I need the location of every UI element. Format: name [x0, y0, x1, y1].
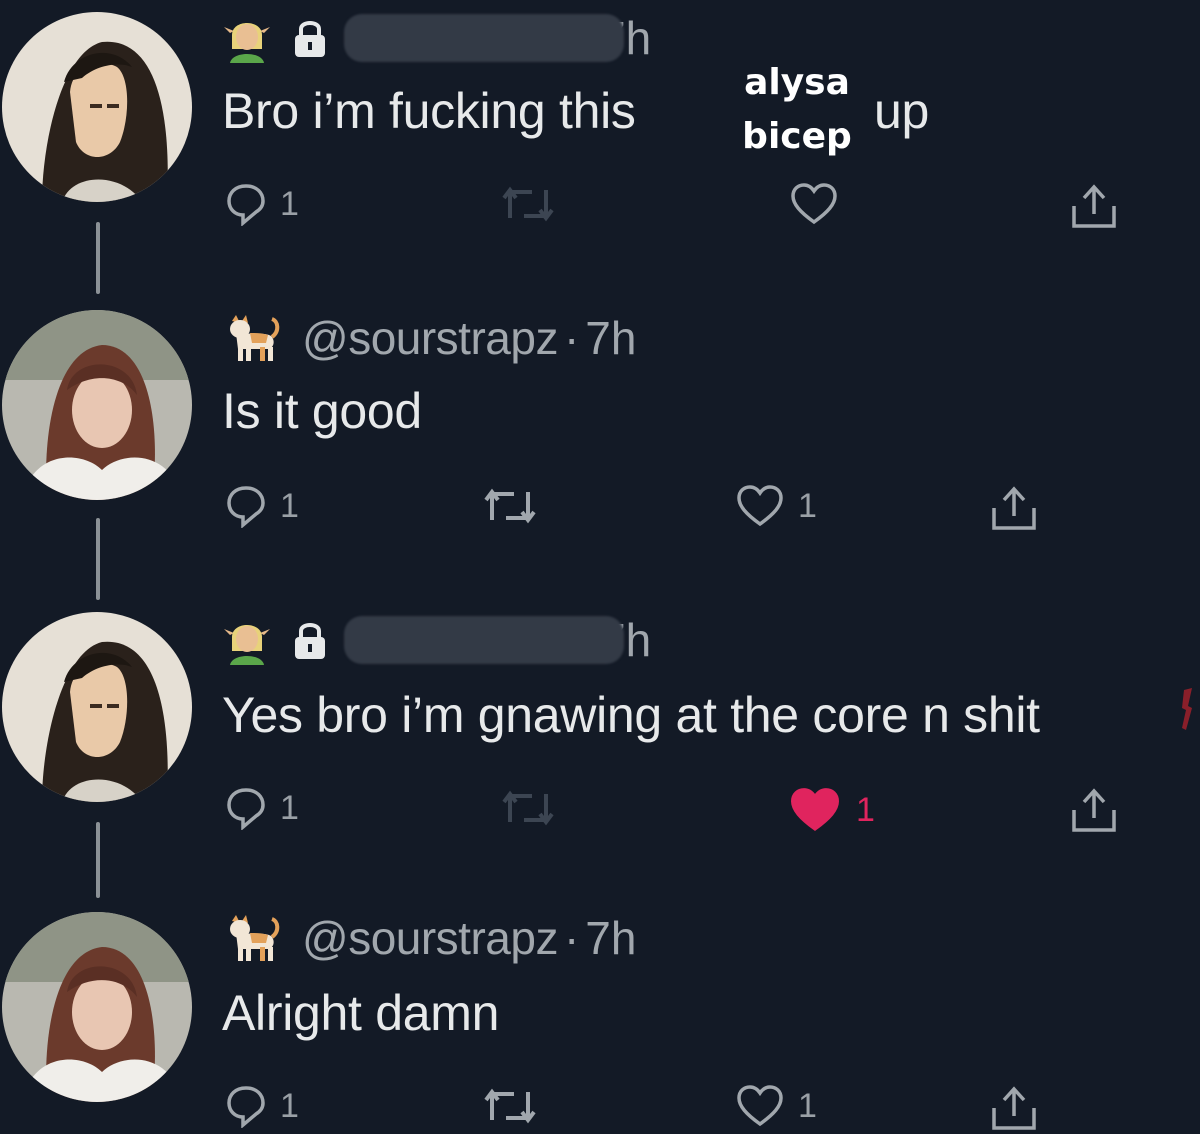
cat-emoji-icon: [230, 315, 280, 361]
tweet-text: Yes bro i’m gnawing at the core n shit: [222, 687, 1040, 743]
tweet-text: Alright damn: [222, 985, 500, 1041]
like-count: 1: [798, 1086, 817, 1125]
tweet-header: 7h: [222, 8, 651, 68]
elf-emoji-icon: [224, 23, 270, 63]
overlay-line-1: alysa: [744, 62, 850, 103]
reply-button[interactable]: 1: [226, 786, 299, 830]
lock-icon: [295, 21, 325, 57]
timestamp: 7h: [585, 312, 637, 364]
separator: ·: [563, 312, 580, 364]
like-button[interactable]: [790, 182, 852, 226]
lock-icon: [295, 623, 325, 659]
heart-icon: [737, 485, 783, 527]
retweet-button[interactable]: [500, 786, 570, 830]
like-button[interactable]: 1: [736, 484, 817, 528]
retweet-icon: [484, 488, 536, 524]
retweet-icon: [502, 186, 554, 222]
tweet-actions: 1 1: [0, 1084, 1200, 1134]
retweet-button[interactable]: [482, 484, 552, 528]
share-icon: [992, 1086, 1036, 1130]
avatar[interactable]: [2, 310, 192, 500]
like-button[interactable]: 1: [788, 786, 875, 834]
reply-icon: [227, 788, 265, 830]
tweet-text: Bro i’m fucking this up: [222, 82, 929, 140]
tweet[interactable]: 7h Yes bro i’m gnawing at the core n shi…: [0, 604, 1200, 864]
reply-icon: [227, 184, 265, 226]
tweet-header: 7h: [222, 610, 651, 670]
tweet[interactable]: @sourstrapz · 7h Is it good 1 1: [0, 300, 1200, 560]
separator: ·: [563, 912, 580, 964]
avatar[interactable]: [2, 12, 192, 202]
tweet-header: @sourstrapz · 7h: [222, 908, 636, 968]
share-icon: [992, 486, 1036, 530]
elf-emoji-icon: [224, 625, 270, 665]
share-icon: [1072, 788, 1116, 832]
tweet-actions: 1: [0, 182, 1200, 232]
share-button[interactable]: [988, 1084, 1040, 1132]
share-icon: [1072, 184, 1116, 228]
like-count: 1: [856, 790, 875, 829]
reply-count: 1: [280, 184, 299, 223]
tweet[interactable]: @sourstrapz · 7h Alright damn 1 1: [0, 900, 1200, 1134]
heart-icon: [737, 1085, 783, 1127]
overlay-line-2: bicep: [742, 116, 852, 157]
reply-button[interactable]: 1: [226, 182, 299, 226]
tweet-header: @sourstrapz · 7h: [222, 308, 636, 368]
share-button[interactable]: [1068, 786, 1120, 834]
reply-icon: [227, 1086, 265, 1128]
user-handle[interactable]: @sourstrapz: [302, 311, 558, 365]
reply-count: 1: [280, 1086, 299, 1125]
tweet-text-main: Bro i’m fucking this: [222, 83, 636, 139]
retweet-icon: [502, 790, 554, 826]
cropped-emoji-icon: [1182, 688, 1192, 730]
redacted-username: [344, 616, 624, 664]
user-handle[interactable]: @sourstrapz: [302, 911, 558, 965]
overlay-caption: alysa bicep: [722, 56, 872, 164]
heart-icon: [790, 788, 840, 831]
redacted-username: [344, 14, 624, 62]
avatar[interactable]: [2, 612, 192, 802]
tweet-text-tail: up: [874, 83, 930, 139]
tweet[interactable]: 7h Bro i’m fucking this up 1: [0, 0, 1200, 260]
retweet-button[interactable]: [482, 1084, 552, 1128]
cat-emoji-icon: [230, 915, 280, 961]
reply-count: 1: [280, 788, 299, 827]
reply-button[interactable]: 1: [226, 484, 299, 528]
retweet-icon: [484, 1088, 536, 1124]
tweet-actions: 1 1: [0, 484, 1200, 534]
tweet-actions: 1 1: [0, 786, 1200, 836]
reply-count: 1: [280, 486, 299, 525]
avatar[interactable]: [2, 912, 192, 1102]
reply-button[interactable]: 1: [226, 1084, 299, 1128]
like-count: 1: [798, 486, 817, 525]
like-button[interactable]: 1: [736, 1084, 817, 1128]
heart-icon: [791, 183, 837, 225]
share-button[interactable]: [988, 484, 1040, 532]
retweet-button[interactable]: [500, 182, 570, 226]
reply-icon: [227, 486, 265, 528]
timestamp: 7h: [585, 912, 637, 964]
share-button[interactable]: [1068, 182, 1120, 230]
tweet-text: Is it good: [222, 383, 422, 439]
